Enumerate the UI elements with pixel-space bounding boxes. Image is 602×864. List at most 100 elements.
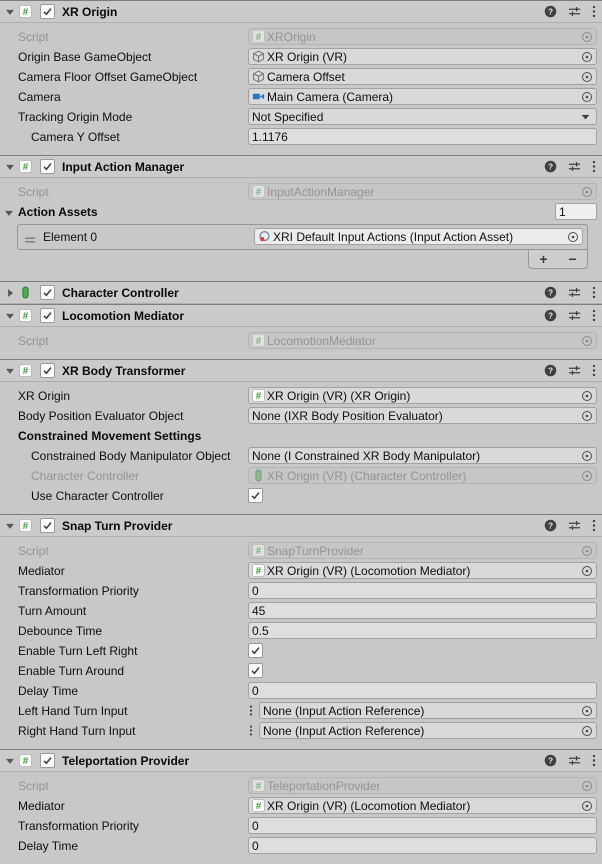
presets-icon[interactable]	[568, 309, 581, 322]
enabled-checkbox[interactable]	[40, 363, 55, 378]
help-icon[interactable]: ?	[544, 364, 557, 377]
property-label: Right Hand Turn Input	[18, 724, 135, 738]
enabled-checkbox[interactable]	[40, 159, 55, 174]
property-label: Transformation Priority	[18, 819, 139, 833]
object-picker-icon[interactable]	[581, 565, 593, 577]
kebab-menu-icon[interactable]	[592, 519, 596, 532]
object-picker-icon[interactable]	[581, 335, 593, 347]
component-header[interactable]: #Locomotion Mediator?	[0, 305, 602, 327]
object-field[interactable]: #TeleportationProvider	[248, 777, 597, 794]
foldout-icon[interactable]	[4, 162, 16, 172]
foldout-icon[interactable]	[4, 521, 16, 531]
text-input[interactable]	[248, 128, 597, 145]
foldout-icon[interactable]	[4, 366, 16, 376]
presets-icon[interactable]	[568, 5, 581, 18]
help-icon[interactable]: ?	[544, 5, 557, 18]
svg-text:?: ?	[548, 287, 553, 297]
help-icon[interactable]: ?	[544, 519, 557, 532]
object-picker-icon[interactable]	[581, 390, 593, 402]
object-picker-icon[interactable]	[581, 725, 593, 737]
kebab-menu-icon[interactable]	[592, 754, 596, 767]
enabled-checkbox[interactable]	[40, 285, 55, 300]
remove-element-button[interactable]: −	[568, 252, 576, 266]
object-field[interactable]: #XROrigin	[248, 28, 597, 45]
component-header[interactable]: #Snap Turn Provider?	[0, 515, 602, 537]
object-field[interactable]: XRI Default Input Actions (Input Action …	[254, 228, 583, 245]
presets-icon[interactable]	[568, 160, 581, 173]
object-field[interactable]: #InputActionManager	[248, 183, 597, 200]
object-field[interactable]: #SnapTurnProvider	[248, 542, 597, 559]
kebab-menu-icon[interactable]	[592, 5, 596, 18]
text-input[interactable]	[248, 817, 597, 834]
object-field[interactable]: None (Input Action Reference)	[259, 722, 597, 739]
property-menu-icon[interactable]	[249, 705, 253, 719]
presets-icon[interactable]	[568, 754, 581, 767]
row-xr-origin: XR Origin#XR Origin (VR) (XR Origin)	[0, 386, 602, 406]
object-picker-icon[interactable]	[581, 51, 593, 63]
presets-icon[interactable]	[568, 364, 581, 377]
checkbox[interactable]	[248, 488, 263, 503]
help-icon[interactable]: ?	[544, 754, 557, 767]
foldout-icon[interactable]	[4, 288, 16, 298]
object-picker-icon[interactable]	[581, 450, 593, 462]
object-field[interactable]: None (IXR Body Position Evaluator)	[248, 407, 597, 424]
component-header[interactable]: #Teleportation Provider?	[0, 750, 602, 772]
enabled-checkbox[interactable]	[40, 308, 55, 323]
object-picker-icon[interactable]	[567, 231, 579, 243]
object-picker-icon[interactable]	[581, 545, 593, 557]
presets-icon[interactable]	[568, 519, 581, 532]
text-input[interactable]	[248, 682, 597, 699]
enabled-checkbox[interactable]	[40, 518, 55, 533]
object-field[interactable]: None (I Constrained XR Body Manipulator)	[248, 447, 597, 464]
foldout-icon[interactable]	[4, 311, 16, 321]
foldout-icon[interactable]	[4, 7, 16, 17]
component-header[interactable]: #XR Body Transformer?	[0, 360, 602, 382]
property-menu-icon[interactable]	[249, 725, 253, 739]
kebab-menu-icon[interactable]	[592, 309, 596, 322]
object-field[interactable]: Camera Offset	[248, 68, 597, 85]
header-actions: ?	[544, 282, 596, 303]
object-field[interactable]: #LocomotionMediator	[248, 332, 597, 349]
kebab-menu-icon[interactable]	[592, 286, 596, 299]
object-field[interactable]: Main Camera (Camera)	[248, 88, 597, 105]
kebab-menu-icon[interactable]	[592, 160, 596, 173]
add-element-button[interactable]: +	[539, 252, 547, 266]
help-icon[interactable]: ?	[544, 160, 557, 173]
object-field[interactable]: None (Input Action Reference)	[259, 702, 597, 719]
text-input[interactable]	[248, 622, 597, 639]
enabled-checkbox[interactable]	[40, 753, 55, 768]
object-picker-icon[interactable]	[581, 71, 593, 83]
object-picker-icon[interactable]	[581, 705, 593, 717]
object-picker-icon[interactable]	[581, 31, 593, 43]
text-input[interactable]	[248, 582, 597, 599]
checkbox[interactable]	[248, 663, 263, 678]
drag-handle-icon[interactable]	[24, 233, 36, 247]
object-picker-icon[interactable]	[581, 410, 593, 422]
object-picker-icon[interactable]	[581, 91, 593, 103]
object-field[interactable]: #XR Origin (VR) (XR Origin)	[248, 387, 597, 404]
component-header[interactable]: #XR Origin?	[0, 1, 602, 23]
object-picker-icon[interactable]	[581, 800, 593, 812]
object-field[interactable]: #XR Origin (VR) (Locomotion Mediator)	[248, 797, 597, 814]
foldout-icon[interactable]	[4, 207, 14, 221]
enabled-checkbox[interactable]	[40, 4, 55, 19]
dropdown-field[interactable]: Not Specified	[248, 108, 597, 125]
component-header[interactable]: #Input Action Manager?	[0, 156, 602, 178]
text-input[interactable]	[248, 602, 597, 619]
object-picker-icon[interactable]	[581, 186, 593, 198]
object-field[interactable]: #XR Origin (VR) (Locomotion Mediator)	[248, 562, 597, 579]
foldout-icon[interactable]	[4, 756, 16, 766]
object-field[interactable]: XR Origin (VR) (Character Controller)	[248, 467, 597, 484]
array-size-field[interactable]	[555, 203, 597, 220]
property-label: Turn Amount	[18, 604, 86, 618]
component-header[interactable]: Character Controller?	[0, 282, 602, 304]
text-input[interactable]	[248, 837, 597, 854]
help-icon[interactable]: ?	[544, 286, 557, 299]
checkbox[interactable]	[248, 643, 263, 658]
object-picker-icon[interactable]	[581, 780, 593, 792]
help-icon[interactable]: ?	[544, 309, 557, 322]
kebab-menu-icon[interactable]	[592, 364, 596, 377]
presets-icon[interactable]	[568, 286, 581, 299]
object-field[interactable]: XR Origin (VR)	[248, 48, 597, 65]
object-picker-icon[interactable]	[581, 470, 593, 482]
